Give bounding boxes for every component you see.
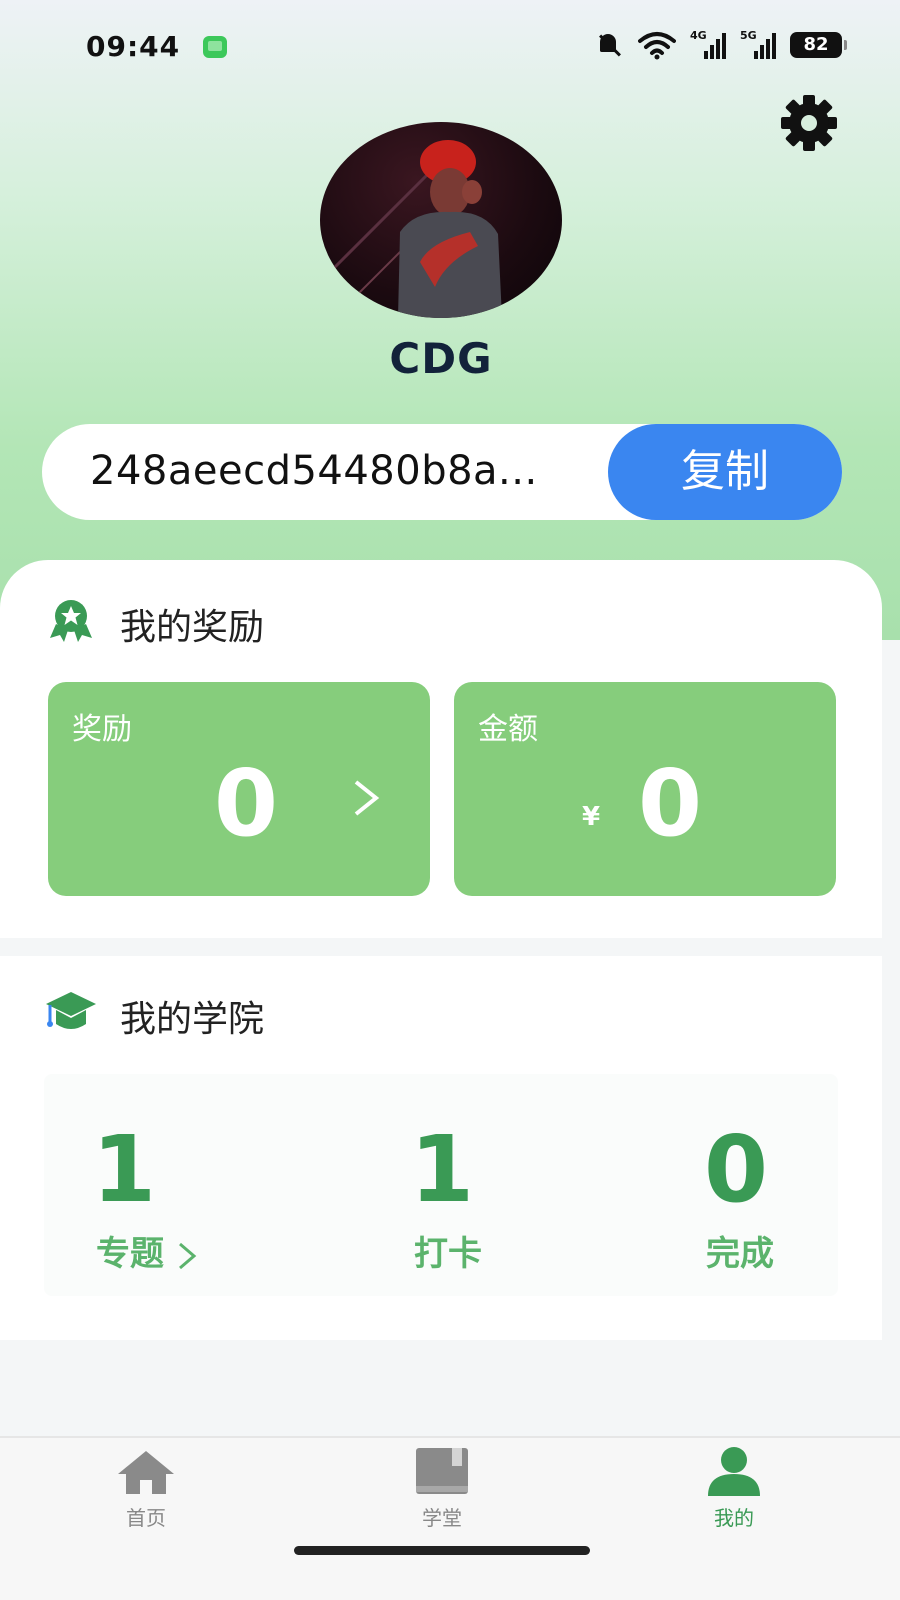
completed-count: 0 [704,1116,769,1223]
header-background [0,0,900,640]
topics-link[interactable]: 专题 [96,1226,198,1275]
tab-mine-label: 我的 [714,1506,754,1530]
username: CDG [389,334,493,383]
user-id-bar: 248aeecd54480b8a... 复制 [42,424,842,520]
signal-4g-label: 4G [690,29,707,42]
rewards-title: 我的奖励 [120,607,265,648]
topics-count: 1 [92,1116,157,1223]
home-indicator[interactable] [294,1546,590,1555]
wifi-icon [638,32,676,60]
academy-card: 我的学院 1 专题 1 打卡 0 完成 [0,956,882,1340]
tab-mine[interactable]: 我的 [664,1438,804,1548]
reward-count-box[interactable]: 奖励 0 [48,682,430,896]
award-icon [50,600,92,642]
reward-label: 奖励 [72,712,132,747]
chevron-right-icon [354,780,380,816]
amount-box: 金额 ¥ 0 [454,682,836,896]
checkin-count: 1 [410,1116,475,1223]
battery-indicator: 82 [790,32,847,58]
copy-button[interactable]: 复制 [608,424,842,520]
signal-5g-label: 5G [740,29,757,42]
book-icon [416,1448,468,1494]
topics-label: 专题 [96,1234,164,1274]
status-time: 09:44 [86,30,181,63]
status-indicators: 4G 5G 82 [594,29,847,60]
mute-bell-icon [594,30,624,60]
reward-value: 0 [214,750,279,857]
tab-school[interactable]: 学堂 [372,1438,512,1548]
signal-5g-icon: 5G [740,29,776,59]
completed-label: 完成 [706,1234,774,1274]
bottom-tab-bar: 首页 学堂 我的 [0,1436,900,1600]
graduation-cap-icon [46,992,96,1029]
academy-stats: 1 专题 1 打卡 0 完成 [44,1074,838,1296]
home-icon [118,1451,174,1494]
user-icon [708,1447,760,1496]
academy-title: 我的学院 [120,999,265,1040]
signal-4g-icon: 4G [690,29,726,59]
message-app-icon [203,36,227,58]
amount-label: 金额 [478,712,538,747]
user-id-text: 248aeecd54480b8a... [90,448,538,494]
chevron-right-icon [178,1242,197,1269]
status-bar: 09:44 4G 5G 82 [0,0,900,96]
amount-value: 0 [638,750,703,857]
tab-school-label: 学堂 [422,1506,462,1530]
checkin-label: 打卡 [414,1234,482,1274]
avatar[interactable] [320,122,562,318]
tab-home[interactable]: 首页 [76,1438,216,1548]
avatar-photo [328,140,502,318]
gear-icon[interactable] [778,92,840,154]
currency-symbol: ¥ [582,802,601,832]
tab-home-label: 首页 [126,1506,166,1530]
